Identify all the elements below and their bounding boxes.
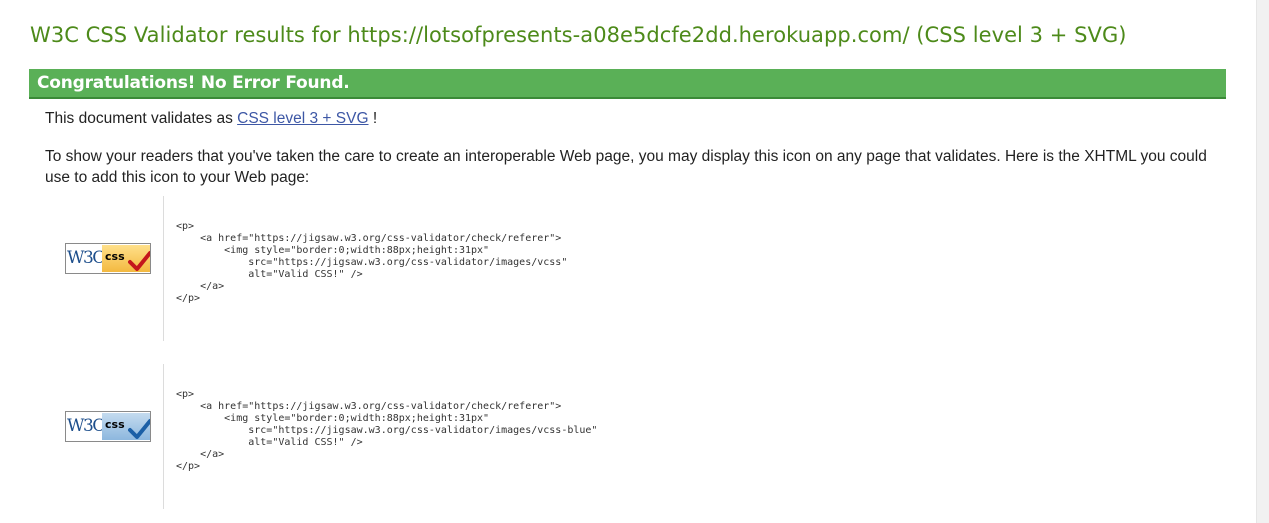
validator-results-page: W3C CSS Validator results for https://lo… [0, 0, 1257, 523]
w3c-logo: W3C [67, 245, 105, 272]
results-content: This document validates as CSS level 3 +… [45, 108, 1220, 188]
success-banner: Congratulations! No Error Found. [29, 69, 1226, 99]
validates-statement: This document validates as CSS level 3 +… [45, 108, 1220, 129]
badge-code-snippet: <p> <a href="https://jigsaw.w3.org/css-v… [176, 221, 568, 304]
success-message: Congratulations! No Error Found. [37, 73, 350, 93]
valid-css-badge-blue: W3C css [65, 411, 151, 442]
css-profile-link[interactable]: CSS level 3 + SVG [237, 110, 368, 127]
validates-suffix: ! [368, 110, 378, 127]
w3c-logo: W3C [67, 413, 105, 440]
code-cell: <p> <a href="https://jigsaw.w3.org/css-v… [163, 196, 567, 341]
badge-block-blue: W3C css <p> <a href="https://jigsaw.w3.o… [45, 364, 945, 509]
checkmark-icon [128, 251, 150, 271]
vertical-scrollbar[interactable] [1256, 0, 1269, 523]
badge-cell: W3C css [65, 411, 151, 442]
badge-cell: W3C css [65, 243, 151, 274]
page-title: W3C CSS Validator results for https://lo… [30, 23, 1127, 47]
valid-css-badge-gold: W3C css [65, 243, 151, 274]
validates-prefix: This document validates as [45, 110, 238, 127]
badge-code-snippet: <p> <a href="https://jigsaw.w3.org/css-v… [176, 389, 598, 472]
code-cell: <p> <a href="https://jigsaw.w3.org/css-v… [163, 364, 597, 509]
icon-intro-text: To show your readers that you've taken t… [45, 148, 1207, 186]
badge-block-gold: W3C css <p> <a href="https://jigsaw.w3.o… [45, 196, 945, 341]
checkmark-icon [128, 419, 150, 439]
